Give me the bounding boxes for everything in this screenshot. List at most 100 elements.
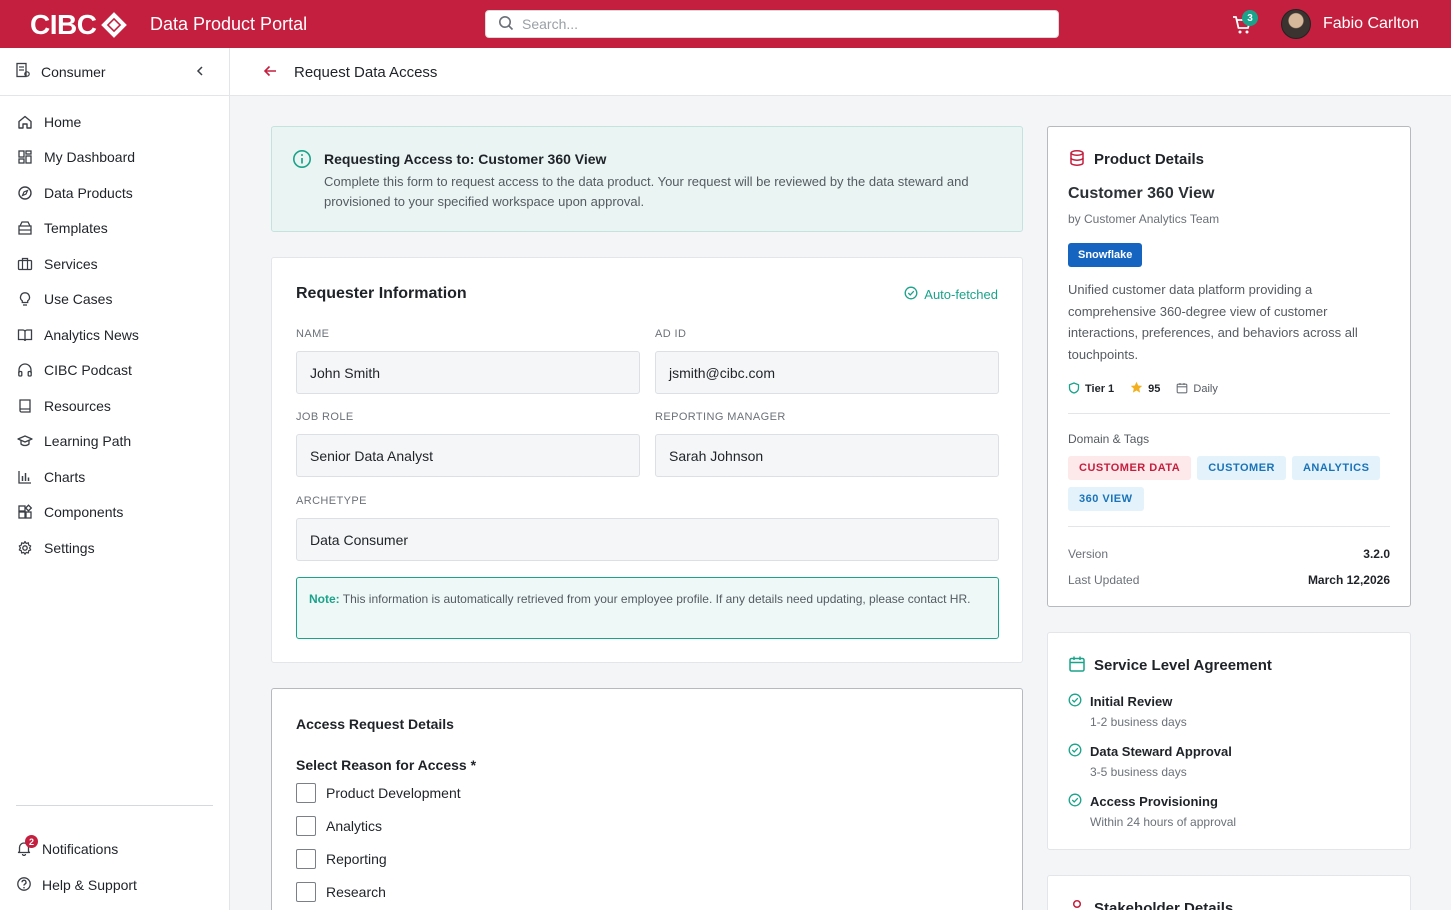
name-field[interactable]: John Smith bbox=[296, 351, 640, 394]
sidebar-item-my-dashboard[interactable]: My Dashboard bbox=[0, 140, 229, 176]
search-icon bbox=[498, 15, 514, 34]
top-bar: CIBC Data Product Portal 3 Fabio Carlton bbox=[0, 0, 1451, 48]
note-text: This information is automatically retrie… bbox=[342, 592, 971, 606]
checkbox[interactable] bbox=[296, 816, 316, 836]
sidebar-item-services[interactable]: Services bbox=[0, 246, 229, 282]
sla-header: Service Level Agreement bbox=[1068, 655, 1272, 676]
requester-information-card: Requester Information Auto-fetched NAME … bbox=[271, 257, 1023, 663]
check-circle-icon bbox=[904, 286, 918, 303]
tag-customer-data[interactable]: CUSTOMER DATA bbox=[1068, 456, 1192, 480]
reason-option-analytics[interactable]: Analytics bbox=[296, 816, 382, 836]
check-circle-icon bbox=[1068, 693, 1082, 710]
info-banner: Requesting Access to: Customer 360 View … bbox=[271, 126, 1023, 232]
product-details-header: Product Details bbox=[1068, 149, 1204, 170]
home-icon bbox=[16, 113, 34, 131]
sidebar-item-use-cases[interactable]: Use Cases bbox=[0, 282, 229, 318]
access-request-details-card: Access Request Details Select Reason for… bbox=[271, 688, 1023, 910]
rating-metric: 95 bbox=[1130, 381, 1160, 397]
sidebar-item-label: Learning Path bbox=[44, 433, 132, 450]
help-circle-icon bbox=[16, 876, 32, 895]
sidebar-item-settings[interactable]: Settings bbox=[0, 530, 229, 566]
divider bbox=[1068, 413, 1390, 414]
checkbox[interactable] bbox=[296, 882, 316, 902]
sidebar-item-notifications[interactable]: 2 Notifications bbox=[0, 831, 229, 867]
banner-description: Complete this form to request access to … bbox=[324, 174, 969, 209]
cibc-logo[interactable]: CIBC bbox=[30, 9, 128, 41]
sla-item-detail: 1-2 business days bbox=[1090, 715, 1187, 729]
banner-title: Requesting Access to: Customer 360 View bbox=[324, 151, 607, 167]
product-team: by Customer Analytics Team bbox=[1068, 212, 1220, 226]
sidebar-item-data-products[interactable]: Data Products bbox=[0, 175, 229, 211]
sidebar-item-label: Components bbox=[44, 504, 124, 521]
frequency-value: Daily bbox=[1193, 383, 1218, 395]
cart-count-badge: 3 bbox=[1242, 10, 1258, 26]
option-label: Product Development bbox=[326, 785, 461, 801]
sidebar-item-cibc-podcast[interactable]: CIBC Podcast bbox=[0, 353, 229, 389]
ad-id-field[interactable]: jsmith@cibc.com bbox=[655, 351, 999, 394]
graduation-cap-icon bbox=[16, 432, 34, 450]
sidebar-item-label: Help & Support bbox=[42, 877, 137, 893]
tier-metric: Tier 1 bbox=[1068, 381, 1115, 397]
sla-item-detail: Within 24 hours of approval bbox=[1090, 815, 1237, 829]
version-value: 3.2.0 bbox=[1363, 547, 1390, 561]
back-arrow-icon[interactable] bbox=[262, 63, 278, 82]
archetype-field[interactable]: Data Consumer bbox=[296, 518, 999, 561]
avatar[interactable] bbox=[1281, 9, 1311, 39]
tier-value: Tier 1 bbox=[1085, 383, 1115, 395]
lightbulb-icon bbox=[16, 290, 34, 308]
database-icon bbox=[1068, 149, 1086, 170]
brand-name: CIBC bbox=[30, 9, 97, 40]
version-label: Version bbox=[1068, 547, 1109, 561]
sla-title: Service Level Agreement bbox=[1094, 657, 1272, 674]
tag-analytics[interactable]: ANALYTICS bbox=[1291, 456, 1381, 480]
compass-icon bbox=[16, 184, 34, 202]
frequency-metric: Daily bbox=[1176, 382, 1218, 397]
tag-customer[interactable]: CUSTOMER bbox=[1197, 456, 1286, 480]
sidebar-item-templates[interactable]: Templates bbox=[0, 211, 229, 247]
star-icon bbox=[1130, 381, 1143, 397]
gear-icon bbox=[16, 539, 34, 557]
reason-option-research[interactable]: Research bbox=[296, 882, 386, 902]
sidebar-item-home[interactable]: Home bbox=[0, 104, 229, 140]
sidebar-item-help-support[interactable]: Help & Support bbox=[0, 867, 229, 903]
sidebar-item-components[interactable]: Components bbox=[0, 495, 229, 531]
briefcase-icon bbox=[16, 255, 34, 273]
checkbox[interactable] bbox=[296, 783, 316, 803]
sidebar-item-analytics-news[interactable]: Analytics News bbox=[0, 317, 229, 353]
templates-icon bbox=[16, 219, 34, 237]
reason-option-reporting[interactable]: Reporting bbox=[296, 849, 387, 869]
shield-icon bbox=[1068, 381, 1080, 397]
sidebar-item-label: Use Cases bbox=[44, 291, 113, 308]
service-level-agreement-card: Service Level Agreement Initial Review 1… bbox=[1047, 632, 1411, 850]
tag-list: CUSTOMER DATA CUSTOMER ANALYTICS 360 VIE… bbox=[1068, 456, 1398, 511]
calendar-icon bbox=[1068, 655, 1086, 676]
job-role-label: JOB ROLE bbox=[296, 411, 354, 423]
sidebar-item-learning-path[interactable]: Learning Path bbox=[0, 424, 229, 460]
note-box: Note: This information is automatically … bbox=[296, 577, 999, 639]
sidebar-item-resources[interactable]: Resources bbox=[0, 388, 229, 424]
checkbox[interactable] bbox=[296, 849, 316, 869]
sidebar-item-label: Data Products bbox=[44, 184, 133, 201]
sidebar-bottom: 2 Notifications Help & Support bbox=[0, 831, 229, 903]
book-icon bbox=[16, 397, 34, 415]
search-input[interactable] bbox=[522, 16, 1042, 32]
reporting-manager-field[interactable]: Sarah Johnson bbox=[655, 434, 999, 477]
auto-fetched-label: Auto-fetched bbox=[924, 287, 998, 302]
reason-option-product-development[interactable]: Product Development bbox=[296, 783, 461, 803]
tag-360-view[interactable]: 360 VIEW bbox=[1068, 487, 1144, 511]
info-icon bbox=[292, 149, 312, 172]
page-title: Request Data Access bbox=[294, 64, 438, 81]
last-updated-label: Last Updated bbox=[1068, 573, 1140, 587]
job-role-field[interactable]: Senior Data Analyst bbox=[296, 434, 640, 477]
search-bar[interactable] bbox=[485, 10, 1059, 38]
collapse-sidebar-icon[interactable] bbox=[193, 64, 207, 81]
sidebar-item-charts[interactable]: Charts bbox=[0, 459, 229, 495]
option-label: Analytics bbox=[326, 818, 383, 834]
access-title: Access Request Details bbox=[296, 716, 454, 732]
notification-count-badge: 2 bbox=[25, 835, 38, 848]
rating-value: 95 bbox=[1148, 383, 1161, 395]
user-icon bbox=[1068, 898, 1086, 910]
sidebar-item-label: Templates bbox=[44, 220, 108, 237]
user-name[interactable]: Fabio Carlton bbox=[1323, 15, 1419, 33]
sidebar: Consumer Home My Dashboard Data Products… bbox=[0, 48, 230, 910]
